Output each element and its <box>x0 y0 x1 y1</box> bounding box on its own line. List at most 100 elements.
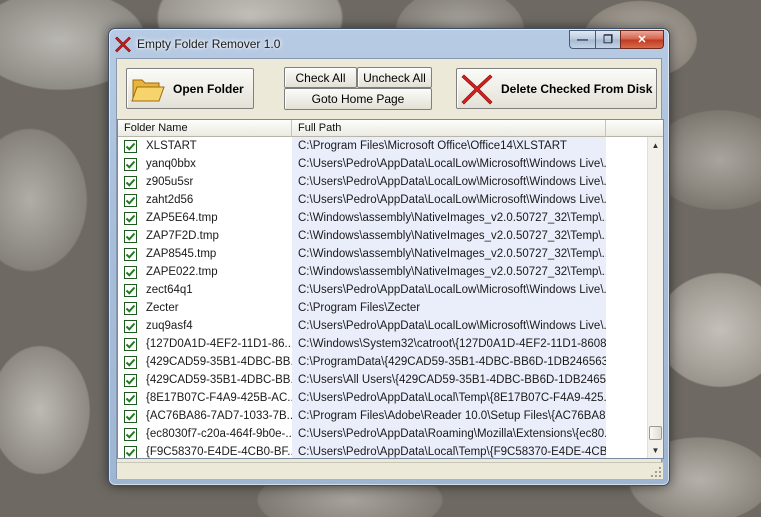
delete-checked-label: Delete Checked From Disk <box>501 81 653 96</box>
full-path-cell: C:\Windows\assembly\NativeImages_v2.0.50… <box>292 227 606 245</box>
checkmark-icon <box>125 340 136 349</box>
row-filler <box>606 281 647 299</box>
list-header: Folder Name Full Path <box>118 120 663 137</box>
full-path-cell: C:\Users\Pedro\AppData\LocalLow\Microsof… <box>292 281 606 299</box>
vertical-scrollbar[interactable]: ▲ ▼ <box>647 137 663 458</box>
row-checkbox[interactable] <box>124 373 137 387</box>
table-row[interactable]: {F9C58370-E4DE-4CB0-BF... C:\Users\Pedro\… <box>118 443 647 458</box>
full-path-cell: C:\Windows\assembly\NativeImages_v2.0.50… <box>292 209 606 227</box>
row-checkbox[interactable] <box>124 211 137 225</box>
column-header-folder-name[interactable]: Folder Name <box>118 120 292 137</box>
maximize-button[interactable]: ❐ <box>595 30 620 49</box>
folder-name-text: ZAP8545.tmp <box>146 248 217 260</box>
folder-name-cell: XLSTART <box>118 137 292 155</box>
app-window: Empty Folder Remover 1.0 — ❐ ✕ Open Fold… <box>108 28 670 486</box>
checkmark-icon <box>125 268 136 277</box>
folder-name-cell: ZAP5E64.tmp <box>118 209 292 227</box>
red-x-icon <box>461 74 493 104</box>
row-checkbox[interactable] <box>124 391 137 405</box>
title-bar[interactable]: Empty Folder Remover 1.0 — ❐ ✕ <box>109 29 669 57</box>
row-filler <box>606 371 647 389</box>
row-filler <box>606 317 647 335</box>
folder-name-cell: {AC76BA86-7AD7-1033-7B... <box>118 407 292 425</box>
table-row[interactable]: ZAP7F2D.tmp C:\Windows\assembly\NativeIma… <box>118 227 647 245</box>
column-header-filler <box>606 120 663 137</box>
table-row[interactable]: XLSTART C:\Program Files\Microsoft Office… <box>118 137 647 155</box>
row-checkbox[interactable] <box>124 247 137 261</box>
scroll-down-arrow-icon[interactable]: ▼ <box>648 442 663 458</box>
row-checkbox[interactable] <box>124 283 137 297</box>
close-button[interactable]: ✕ <box>620 30 664 49</box>
row-filler <box>606 299 647 317</box>
open-folder-button[interactable]: Open Folder <box>126 68 254 109</box>
resize-grip-icon[interactable] <box>650 466 662 478</box>
row-filler <box>606 407 647 425</box>
column-header-full-path[interactable]: Full Path <box>292 120 606 137</box>
folder-name-cell: zuq9asf4 <box>118 317 292 335</box>
row-checkbox[interactable] <box>124 229 137 243</box>
table-row[interactable]: yanq0bbx C:\Users\Pedro\AppData\LocalLow\… <box>118 155 647 173</box>
row-checkbox[interactable] <box>124 355 137 369</box>
folder-name-text: XLSTART <box>146 140 197 152</box>
check-all-button[interactable]: Check All <box>284 67 357 88</box>
row-checkbox[interactable] <box>124 157 137 171</box>
delete-checked-button[interactable]: Delete Checked From Disk <box>456 68 657 109</box>
full-path-cell: C:\Program Files\Zecter <box>292 299 606 317</box>
table-row[interactable]: {8E17B07C-F4A9-425B-AC... C:\Users\Pedro\… <box>118 389 647 407</box>
folder-name-cell: ZAP8545.tmp <box>118 245 292 263</box>
scroll-up-arrow-icon[interactable]: ▲ <box>648 137 663 153</box>
row-checkbox[interactable] <box>124 139 137 153</box>
checkmark-icon <box>125 214 136 223</box>
table-row[interactable]: zaht2d56 C:\Users\Pedro\AppData\LocalLow\… <box>118 191 647 209</box>
checkmark-icon <box>125 304 136 313</box>
row-checkbox[interactable] <box>124 445 137 458</box>
table-row[interactable]: ZAP8545.tmp C:\Windows\assembly\NativeIma… <box>118 245 647 263</box>
table-row[interactable]: zuq9asf4 C:\Users\Pedro\AppData\LocalLow\… <box>118 317 647 335</box>
row-checkbox[interactable] <box>124 337 137 351</box>
row-checkbox[interactable] <box>124 409 137 423</box>
full-path-cell: C:\Users\All Users\{429CAD59-35B1-4DBC-B… <box>292 371 606 389</box>
row-checkbox[interactable] <box>124 427 137 441</box>
table-row[interactable]: z905u5sr C:\Users\Pedro\AppData\LocalLow\… <box>118 173 647 191</box>
checkmark-icon <box>125 430 136 439</box>
checkmark-icon <box>125 412 136 421</box>
folder-name-text: yanq0bbx <box>146 158 196 170</box>
goto-home-page-button[interactable]: Goto Home Page <box>284 88 432 110</box>
table-row[interactable]: {429CAD59-35B1-4DBC-BB... C:\ProgramData\… <box>118 353 647 371</box>
row-checkbox[interactable] <box>124 301 137 315</box>
full-path-cell: C:\Windows\assembly\NativeImages_v2.0.50… <box>292 263 606 281</box>
folder-name-cell: {ec8030f7-c20a-464f-9b0e-... <box>118 425 292 443</box>
caption-buttons: — ❐ ✕ <box>569 30 664 49</box>
row-checkbox[interactable] <box>124 175 137 189</box>
checkmark-icon <box>125 286 136 295</box>
checkmark-icon <box>125 250 136 259</box>
table-row[interactable]: {429CAD59-35B1-4DBC-BB... C:\Users\All Us… <box>118 371 647 389</box>
uncheck-all-button[interactable]: Uncheck All <box>357 67 432 88</box>
folder-name-cell: Zecter <box>118 299 292 317</box>
table-row[interactable]: {ec8030f7-c20a-464f-9b0e-... C:\Users\Ped… <box>118 425 647 443</box>
row-checkbox[interactable] <box>124 265 137 279</box>
folder-list[interactable]: Folder Name Full Path XLSTART C:\Program … <box>117 119 664 459</box>
folder-name-text: {ec8030f7-c20a-464f-9b0e-... <box>146 428 292 440</box>
table-row[interactable]: ZAP5E64.tmp C:\Windows\assembly\NativeIma… <box>118 209 647 227</box>
window-title: Empty Folder Remover 1.0 <box>137 37 281 51</box>
row-filler <box>606 227 647 245</box>
table-row[interactable]: Zecter C:\Program Files\Zecter <box>118 299 647 317</box>
table-row[interactable]: {AC76BA86-7AD7-1033-7B... C:\Program File… <box>118 407 647 425</box>
checkmark-icon <box>125 160 136 169</box>
full-path-cell: C:\Users\Pedro\AppData\LocalLow\Microsof… <box>292 191 606 209</box>
row-filler <box>606 353 647 371</box>
folder-name-cell: z905u5sr <box>118 173 292 191</box>
table-row[interactable]: zect64q1 C:\Users\Pedro\AppData\LocalLow\… <box>118 281 647 299</box>
table-row[interactable]: ZAPE022.tmp C:\Windows\assembly\NativeIma… <box>118 263 647 281</box>
scroll-thumb[interactable] <box>649 426 662 440</box>
row-filler <box>606 173 647 191</box>
folder-name-text: Zecter <box>146 302 179 314</box>
row-checkbox[interactable] <box>124 319 137 333</box>
checkmark-icon <box>125 394 136 403</box>
minimize-button[interactable]: — <box>569 30 595 49</box>
row-checkbox[interactable] <box>124 193 137 207</box>
table-row[interactable]: {127D0A1D-4EF2-11D1-86... C:\Windows\Syst… <box>118 335 647 353</box>
full-path-cell: C:\Users\Pedro\AppData\LocalLow\Microsof… <box>292 173 606 191</box>
row-filler <box>606 191 647 209</box>
